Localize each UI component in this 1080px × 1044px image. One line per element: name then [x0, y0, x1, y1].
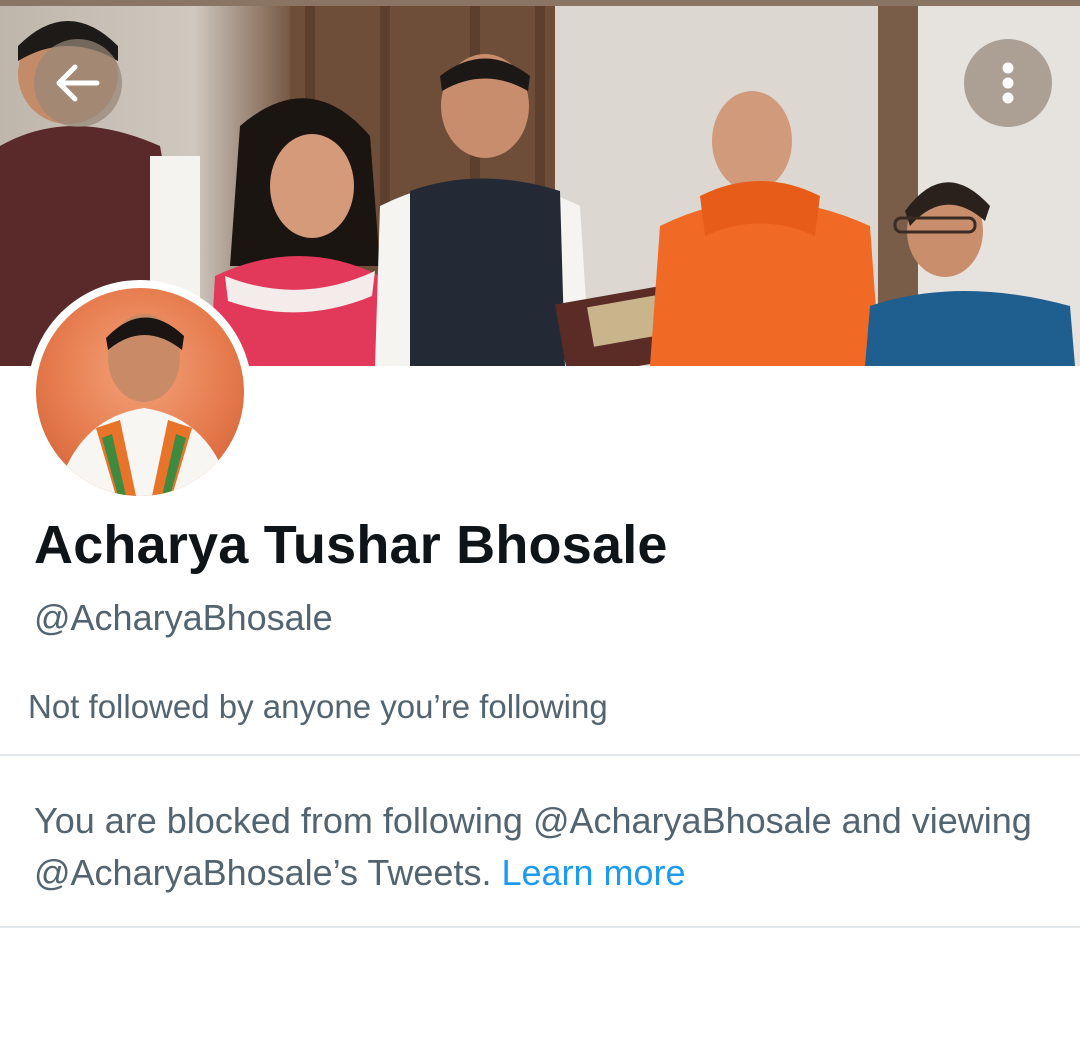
avatar-photo [36, 288, 244, 496]
more-options-button[interactable] [964, 39, 1052, 127]
followed-by-text: Not followed by anyone you’re following [28, 688, 608, 725]
arrow-left-icon [56, 64, 100, 102]
blocked-notice: You are blocked from following @AcharyaB… [34, 795, 1034, 899]
divider [0, 754, 1080, 756]
back-button[interactable] [34, 39, 122, 127]
user-handle: @AcharyaBhosale [34, 597, 333, 638]
display-name: Acharya Tushar Bhosale [34, 515, 668, 575]
divider [0, 926, 1080, 928]
more-vertical-icon [1002, 62, 1014, 104]
profile-avatar[interactable] [28, 280, 252, 504]
learn-more-link[interactable]: Learn more [501, 852, 685, 893]
